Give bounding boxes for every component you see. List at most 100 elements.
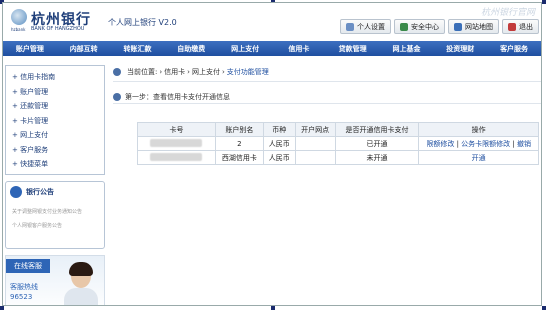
location-icon bbox=[113, 68, 121, 76]
table-header-row: 卡号 账户别名 币种 开户网点 是否开通信用卡支付 操作 bbox=[137, 122, 539, 137]
sidebar-item-service[interactable]: + 客户服务 bbox=[6, 143, 104, 158]
separator: | bbox=[512, 139, 515, 148]
enable-link[interactable]: 开通 bbox=[472, 154, 486, 162]
status-cell: 已开通 bbox=[334, 136, 420, 151]
branch-cell bbox=[294, 136, 336, 151]
sidebar: + 信用卡指南 + 账户管理 + 还款管理 + 卡片管理 + 网上支付 + 客户… bbox=[5, 65, 105, 305]
personal-settings-label: 个人设置 bbox=[357, 22, 385, 31]
sidebar-item-online-pay[interactable]: + 网上支付 bbox=[6, 128, 104, 143]
nav-remittance[interactable]: 转账汇款 bbox=[111, 44, 165, 54]
breadcrumb-online-payment[interactable]: 网上支付 bbox=[192, 67, 220, 77]
notice-header: 银行公告 bbox=[10, 185, 54, 199]
col-header-card-number: 卡号 bbox=[137, 122, 216, 137]
breadcrumb-sep: › bbox=[187, 68, 190, 76]
table-row: 2 人民币 已开通 限额修改 | 公务卡限额修改 | 撤销 bbox=[137, 136, 539, 151]
actions-cell: 开通 bbox=[418, 150, 539, 165]
alias-cell: 西湖信用卡 bbox=[214, 150, 264, 165]
logout-label: 退出 bbox=[519, 22, 533, 31]
status-cell: 未开通 bbox=[334, 150, 420, 165]
agent-hair bbox=[69, 261, 93, 276]
card-number-cell bbox=[137, 136, 216, 151]
sidebar-item-account[interactable]: + 账户管理 bbox=[6, 85, 104, 100]
logo-sub: hzbank bbox=[11, 27, 26, 32]
currency-cell: 人民币 bbox=[262, 150, 296, 165]
notice-panel: 银行公告 关于调整网银支付业务通知公告 个人网银客户服务公告 bbox=[5, 180, 105, 249]
col-header-currency: 币种 bbox=[262, 122, 296, 137]
card-payment-table: 卡号 账户别名 币种 开户网点 是否开通信用卡支付 操作 2 人民币 已开通 限… bbox=[137, 122, 539, 165]
revoke-link[interactable]: 撤销 bbox=[517, 140, 531, 148]
nav-internal-transfer[interactable]: 内部互转 bbox=[57, 44, 111, 54]
security-center-button[interactable]: 安全中心 bbox=[394, 19, 445, 34]
bank-logo-icon bbox=[11, 9, 27, 25]
selection-handle bbox=[271, 306, 275, 310]
col-header-alias: 账户别名 bbox=[214, 122, 264, 137]
shield-icon bbox=[400, 22, 408, 31]
header-buttons: 个人设置 安全中心 网站地图 退出 bbox=[340, 19, 539, 34]
nav-loans[interactable]: 贷款管理 bbox=[326, 44, 380, 54]
breadcrumb-sep: › bbox=[159, 68, 163, 76]
nav-customer-service[interactable]: 客户服务 bbox=[487, 44, 541, 54]
logout-button[interactable]: 退出 bbox=[502, 19, 539, 34]
megaphone-icon bbox=[10, 185, 22, 198]
col-header-branch: 开户网点 bbox=[294, 122, 336, 137]
nav-account-management[interactable]: 账户管理 bbox=[3, 44, 57, 54]
main-content: 当前位置: › 信用卡 › 网上支付 › 支付功能管理 第一步：查看信用卡支付开… bbox=[113, 65, 541, 104]
breadcrumb-label: 当前位置: bbox=[127, 68, 158, 76]
sidebar-item-shortcuts[interactable]: + 快捷菜单 bbox=[6, 157, 104, 172]
step-bar: 第一步：查看信用卡支付开通信息 bbox=[113, 90, 541, 104]
redacted-card-number bbox=[150, 152, 203, 161]
notice-title: 银行公告 bbox=[26, 187, 54, 196]
selection-handle bbox=[542, 0, 546, 4]
nav-bill-pay[interactable]: 自助缴费 bbox=[164, 44, 218, 54]
main-nav: 账户管理 内部互转 转账汇款 自助缴费 网上支付 信用卡 贷款管理 网上基金 投… bbox=[3, 41, 541, 56]
step-title: 第一步：查看信用卡支付开通信息 bbox=[125, 92, 230, 101]
logout-icon bbox=[508, 22, 516, 31]
col-header-payment-enabled: 是否开通信用卡支付 bbox=[334, 122, 420, 137]
sidebar-item-card-guide[interactable]: + 信用卡指南 bbox=[6, 70, 104, 85]
breadcrumb-credit-card[interactable]: 信用卡 bbox=[164, 67, 185, 77]
col-header-actions: 操作 bbox=[418, 122, 539, 137]
sidebar-item-card[interactable]: + 卡片管理 bbox=[6, 114, 104, 129]
breadcrumb-payment-function[interactable]: 支付功能管理 bbox=[227, 67, 269, 77]
nav-online-payment[interactable]: 网上支付 bbox=[218, 44, 272, 54]
table-row: 西湖信用卡 人民币 未开通 开通 bbox=[137, 150, 539, 165]
hotline-label: 客服热线 bbox=[10, 282, 38, 291]
branch-cell bbox=[294, 150, 336, 165]
card-number-cell bbox=[137, 150, 216, 165]
map-icon bbox=[454, 22, 462, 31]
nav-credit-card[interactable]: 信用卡 bbox=[272, 44, 326, 54]
selection-handle bbox=[542, 306, 546, 310]
info-icon bbox=[113, 92, 121, 101]
limit-modify-link[interactable]: 限额修改 bbox=[426, 140, 454, 148]
hotline: 客服热线 96523 bbox=[10, 282, 38, 302]
service-agent-image bbox=[62, 261, 100, 305]
logo-text-en: BANK OF HANGZHOU bbox=[31, 26, 85, 32]
nav-investment[interactable]: 投资理财 bbox=[433, 44, 487, 54]
separator: | bbox=[456, 139, 459, 148]
personal-settings-button[interactable]: 个人设置 bbox=[340, 19, 391, 34]
security-center-label: 安全中心 bbox=[411, 22, 439, 31]
actions-cell: 限额修改 | 公务卡限额修改 | 撤销 bbox=[418, 136, 539, 151]
currency-cell: 人民币 bbox=[262, 136, 296, 151]
sidebar-menu: + 信用卡指南 + 账户管理 + 还款管理 + 卡片管理 + 网上支付 + 客户… bbox=[5, 65, 105, 175]
settings-icon bbox=[346, 22, 354, 31]
selection-handle bbox=[0, 306, 4, 310]
site-title: 个人网上银行 V2.0 bbox=[108, 18, 177, 27]
alias-cell: 2 bbox=[214, 136, 264, 151]
online-service-button[interactable]: 在线客服 bbox=[6, 258, 50, 273]
online-service-panel: 在线客服 客服热线 96523 bbox=[5, 254, 105, 305]
header-watermark: 杭州银行官网 bbox=[480, 8, 535, 18]
breadcrumb: 当前位置: › 信用卡 › 网上支付 › 支付功能管理 bbox=[113, 65, 541, 82]
official-card-limit-link[interactable]: 公务卡限额修改 bbox=[461, 140, 510, 148]
site-map-label: 网站地图 bbox=[465, 22, 493, 31]
site-map-button[interactable]: 网站地图 bbox=[448, 19, 499, 34]
notice-item[interactable]: 个人网银客户服务公告 bbox=[12, 222, 62, 229]
redacted-card-number bbox=[150, 138, 203, 147]
nav-funds[interactable]: 网上基金 bbox=[380, 44, 434, 54]
header: 杭州银行 BANK OF HANGZHOU hzbank 个人网上银行 V2.0… bbox=[3, 3, 541, 41]
sidebar-item-repayment[interactable]: + 还款管理 bbox=[6, 99, 104, 114]
bank-page: 杭州银行 BANK OF HANGZHOU hzbank 个人网上银行 V2.0… bbox=[2, 2, 542, 306]
notice-item[interactable]: 关于调整网银支付业务通知公告 bbox=[12, 208, 82, 215]
breadcrumb-sep: › bbox=[221, 68, 225, 76]
hotline-number: 96523 bbox=[10, 292, 33, 301]
